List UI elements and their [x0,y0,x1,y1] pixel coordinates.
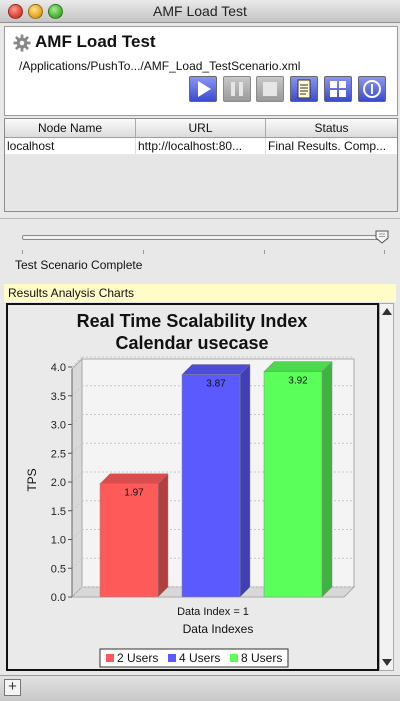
info-button[interactable] [358,76,386,102]
bar-side [321,360,333,598]
slider-tick [22,250,23,254]
table-header: Node Name URL Status [5,119,397,138]
info-icon [363,80,381,98]
results-analysis-label: Results Analysis Charts [4,284,396,302]
status-text: Test Scenario Complete [15,258,143,272]
y-tick-label: 0.5 [51,563,66,575]
bar-top [99,473,169,484]
y-tick-label: 1.0 [51,535,66,547]
bar-4-users: 3.87 [181,363,251,598]
y-tick-label: 0.0 [51,592,66,604]
play-button[interactable] [189,76,217,102]
results-analysis-text: Results Analysis Charts [8,286,135,300]
bar-side [239,363,251,598]
x-axis-label: Data Indexes [183,622,254,636]
bar [99,483,159,598]
chart-scrollbar[interactable] [379,303,394,671]
cell-url: http://localhost:80... [136,138,266,154]
chart-legend: 2 Users 4 Users 8 Users [99,648,289,668]
y-tick-label: 3.0 [51,420,66,432]
y-axis-label: TPS [25,468,39,491]
scroll-up-arrow[interactable] [382,308,392,315]
y-tick-label: 1.5 [51,506,66,518]
y-tick-label: 2.5 [51,448,66,460]
bar-top [263,361,333,372]
app-header: AMF Load Test /Applications/PushTo.../AM… [4,26,398,116]
chart-title: Real Time Scalability Index [77,311,308,331]
bar-top [181,364,251,375]
window-titlebar: AMF Load Test [0,0,400,23]
pause-icon [231,82,243,96]
grid-button[interactable] [324,76,352,102]
grid-icon [330,81,346,97]
stop-button[interactable] [256,76,284,102]
bar [181,374,241,598]
divider [0,218,400,219]
nodes-table: Node Name URL Status localhost http://lo… [4,118,398,212]
add-icon[interactable]: + [4,679,21,696]
app-title: AMF Load Test [35,32,156,51]
cell-status: Final Results. Comp... [268,139,387,153]
stop-icon [263,82,277,96]
y-tick-label: 4.0 [51,362,66,374]
bar-chart: Real Time Scalability Index Calendar use… [25,311,356,668]
play-icon [198,81,211,97]
bar-side [157,473,169,598]
legend-entry: 2 Users [117,651,158,665]
footer-bar: + [0,675,400,701]
legend-swatch [168,654,176,662]
chart-panel: Real Time Scalability Index Calendar use… [6,303,379,671]
window-title: AMF Load Test [153,3,247,19]
column-header-status[interactable]: Status [266,119,397,137]
bar-value-label: 1.97 [124,488,144,499]
bar [263,371,323,598]
gear-icon [13,34,31,52]
document-icon [297,79,311,99]
y-tick-label: 2.0 [51,477,66,489]
legend-swatch [106,654,114,662]
bar-2-users: 1.97 [99,473,169,598]
bar-value-label: 3.92 [288,376,308,387]
scroll-down-arrow[interactable] [382,659,392,666]
bar-value-label: 3.87 [206,378,226,389]
column-header-url[interactable]: URL [136,119,266,137]
legend-entry: 8 Users [241,651,282,665]
progress-slider-track[interactable] [22,235,388,240]
document-button[interactable] [290,76,318,102]
pause-button[interactable] [223,76,251,102]
bar-8-users: 3.92 [263,360,333,598]
legend-swatch [230,654,238,662]
scenario-path: /Applications/PushTo.../AMF_Load_TestSce… [19,59,301,73]
slider-thumb[interactable] [375,230,389,244]
slider-tick [264,250,265,254]
slider-tick [143,250,144,254]
cell-node-name: localhost [5,138,136,154]
chart-subtitle: Calendar usecase [115,333,268,353]
table-row[interactable]: localhost http://localhost:80... Final R… [5,138,397,154]
slider-tick [384,250,385,254]
column-header-node-name[interactable]: Node Name [5,119,136,137]
x-category-label: Data Index = 1 [177,606,249,618]
y-tick-label: 3.5 [51,391,66,403]
legend-entry: 4 Users [179,651,220,665]
